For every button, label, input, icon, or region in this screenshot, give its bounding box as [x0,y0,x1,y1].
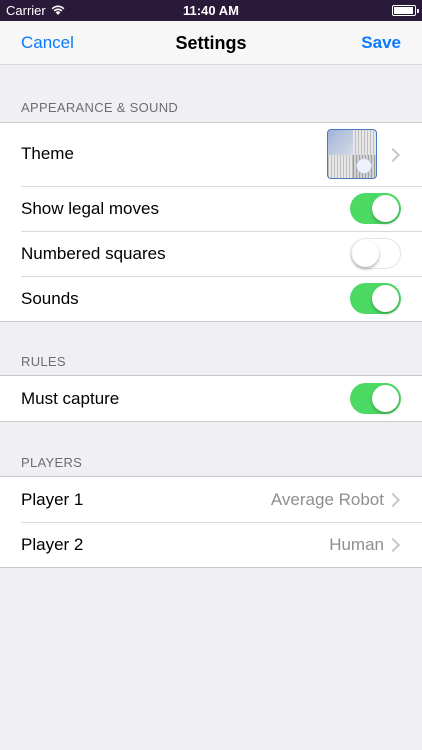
section-header-rules: RULES [21,354,66,369]
theme-row[interactable]: Theme [0,123,422,186]
show-legal-moves-label: Show legal moves [21,199,159,218]
battery-icon [392,5,419,16]
status-bar: Carrier 11:40 AM [0,0,422,21]
numbered-squares-label: Numbered squares [21,244,166,263]
sounds-row: Sounds [0,276,422,321]
numbered-squares-toggle[interactable] [350,238,401,269]
page-title: Settings [175,33,247,53]
sounds-toggle[interactable] [350,283,401,314]
chevron-right-icon [385,492,401,508]
section-header-appearance: APPEARANCE & SOUND [21,100,179,115]
player1-label: Player 1 [21,490,84,509]
players-group: Player 1 Average Robot Player 2 Human [0,476,422,568]
player2-value: Human [329,535,384,554]
player1-value: Average Robot [270,490,384,509]
must-capture-label: Must capture [21,389,120,408]
numbered-squares-row: Numbered squares [0,231,422,276]
show-legal-moves-toggle[interactable] [350,193,401,224]
status-time: 11:40 AM [183,3,239,18]
rules-group: Must capture [0,375,422,422]
sounds-label: Sounds [21,289,79,308]
section-header-players: PLAYERS [21,455,83,470]
player1-row[interactable]: Player 1 Average Robot [0,477,422,522]
chevron-right-icon [385,537,401,553]
must-capture-row: Must capture [0,376,422,421]
appearance-group: Theme Show legal moves Numbered squares … [0,122,422,322]
save-button[interactable]: Save [361,33,401,53]
player2-row[interactable]: Player 2 Human [0,522,422,567]
must-capture-toggle[interactable] [350,383,401,414]
chevron-right-icon [385,147,401,163]
show-legal-moves-row: Show legal moves [0,186,422,231]
player2-label: Player 2 [21,535,84,554]
navigation-bar: Cancel Settings Save [0,21,422,65]
theme-label: Theme [21,144,74,163]
theme-thumbnail [327,129,377,179]
